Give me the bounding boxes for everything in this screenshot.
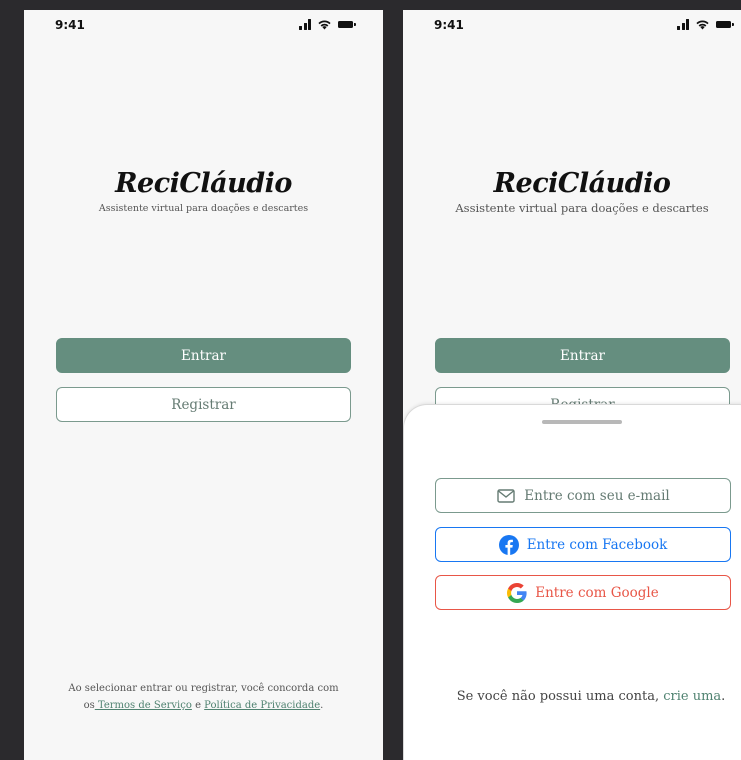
battery-icon: [716, 21, 734, 28]
status-time: 9:41: [55, 18, 85, 32]
phone-screen-welcome: 9:41 ReciCláudio Assistente virtual para…: [24, 10, 383, 760]
legal-notice: Ao selecionar entrar ou registrar, você …: [44, 680, 363, 714]
login-bottom-sheet: Entre com seu e-mail Entre com Facebook: [403, 404, 741, 760]
status-bar: 9:41: [403, 10, 741, 42]
battery-icon: [338, 21, 356, 28]
signup-suffix: .: [721, 689, 726, 704]
legal-suffix: .: [320, 700, 324, 711]
legal-join: e: [191, 700, 205, 711]
status-time: 9:41: [434, 18, 464, 32]
cellular-signal-icon: [677, 19, 689, 30]
status-icons: [299, 19, 356, 30]
mail-icon: [496, 486, 516, 506]
facebook-login-label: Entre com Facebook: [526, 536, 668, 553]
app-tagline: Assistente virtual para doações e descar…: [98, 203, 309, 214]
email-login-label: Entre com seu e-mail: [524, 487, 670, 504]
privacy-policy-link[interactable]: Política de Privacidade: [204, 700, 320, 711]
google-login-button[interactable]: Entre com Google: [435, 575, 731, 610]
legal-text: Ao selecionar entrar ou registrar, você …: [68, 683, 339, 694]
wifi-icon: [696, 20, 709, 30]
app-logo: ReciCláudio: [115, 168, 292, 199]
status-bar: 9:41: [24, 10, 383, 42]
wifi-icon: [318, 20, 331, 30]
legal-join-prefix: os: [83, 700, 95, 711]
google-login-label: Entre com Google: [535, 584, 659, 601]
signup-prompt-text: Se você não possui uma conta,: [456, 689, 664, 704]
email-login-button[interactable]: Entre com seu e-mail: [435, 478, 731, 513]
terms-of-service-link[interactable]: Termos de Serviço: [95, 700, 192, 711]
signup-prompt: Se você não possui uma conta, crie uma.: [404, 689, 741, 704]
phone-screen-login-sheet: 9:41 ReciCláudio Assistente virtual para…: [403, 10, 741, 760]
app-logo: ReciCláudio: [493, 168, 671, 199]
create-account-link[interactable]: crie uma: [663, 689, 721, 704]
app-tagline: Assistente virtual para doações e descar…: [455, 201, 709, 215]
sheet-drag-handle[interactable]: [542, 420, 622, 424]
login-button[interactable]: Entrar: [56, 338, 351, 373]
register-button[interactable]: Registrar: [56, 387, 351, 422]
facebook-icon: [498, 534, 519, 555]
login-button[interactable]: Entrar: [435, 338, 730, 373]
cellular-signal-icon: [299, 19, 311, 30]
google-icon: [507, 582, 527, 603]
status-icons: [677, 19, 734, 30]
facebook-login-button[interactable]: Entre com Facebook: [435, 527, 731, 562]
